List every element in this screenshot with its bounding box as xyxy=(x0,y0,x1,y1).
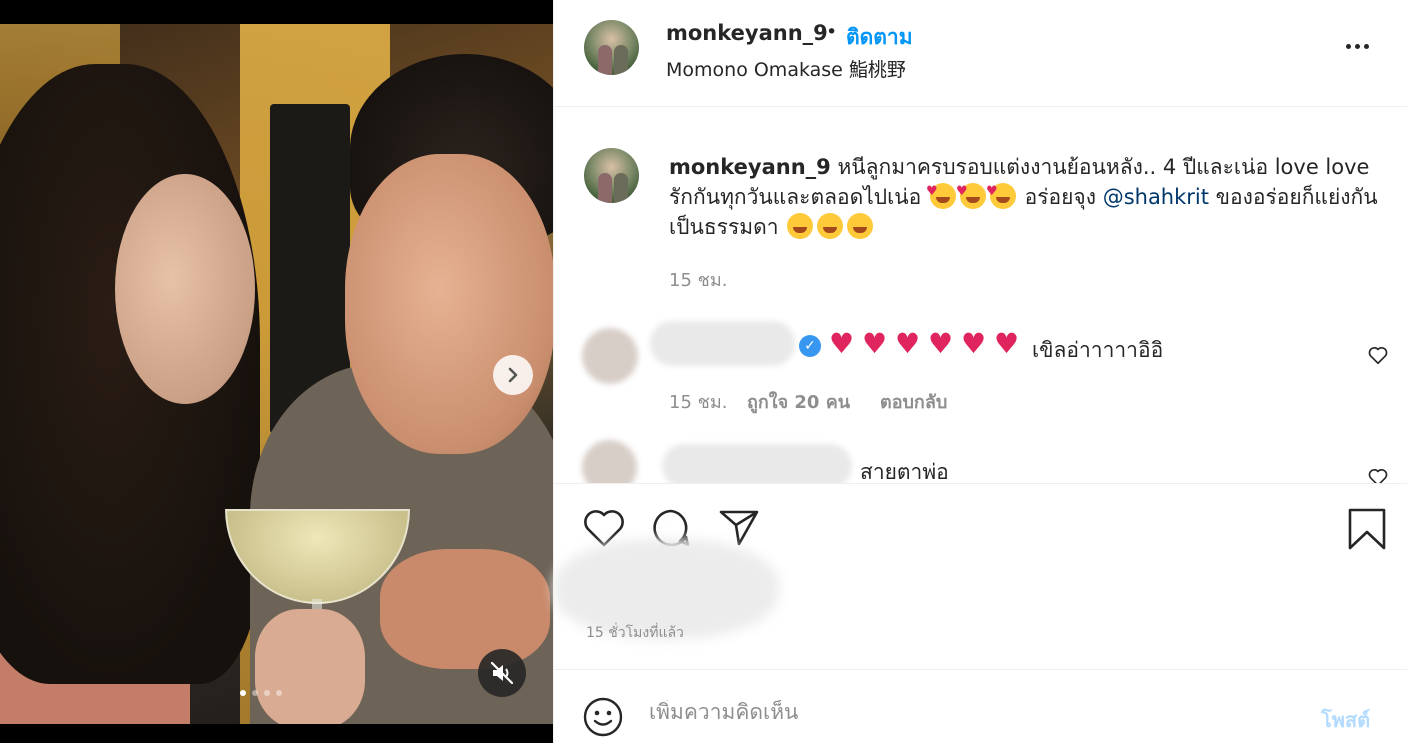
separator-bullet: • xyxy=(826,21,838,43)
next-slide-button[interactable] xyxy=(493,355,533,395)
avatar[interactable] xyxy=(582,328,638,384)
more-dot-icon xyxy=(1354,43,1360,49)
verified-badge-icon: ✓ xyxy=(799,335,821,357)
more-dot-icon xyxy=(1345,43,1351,49)
caption-time: 15 ชม. xyxy=(669,270,728,291)
comment-text: สายตาพ่อ xyxy=(860,460,949,483)
smiling-face-with-hearts-icon xyxy=(986,177,1016,209)
photo-woman-face xyxy=(115,174,255,404)
location-link[interactable]: Momono Omakase 鮨桃野 xyxy=(666,55,906,82)
photo-man-face xyxy=(345,154,553,454)
smiley-icon[interactable] xyxy=(583,697,623,737)
caption-mention[interactable]: @shahkrit xyxy=(1103,185,1209,209)
more-options-button[interactable] xyxy=(1342,34,1372,58)
caption: monkeyann_9 หนีลูกมาครบรอบแต่งงานย้อนหลั… xyxy=(669,152,1389,242)
bookmark-icon[interactable] xyxy=(1347,507,1387,551)
caption-text: อร่อยจุง xyxy=(1024,185,1096,209)
comment-text: เขิลอ่าาาาาอิอิ xyxy=(1032,338,1164,362)
red-heart-icon: ♥ xyxy=(994,327,1020,360)
caption-avatar[interactable] xyxy=(584,148,639,203)
avatar-figure xyxy=(614,173,628,203)
chevron-right-icon xyxy=(508,367,518,383)
yum-face-icon xyxy=(817,213,844,239)
comment-username-blurred[interactable] xyxy=(662,444,852,483)
reply-button[interactable]: ตอบกลับ xyxy=(880,387,947,416)
red-heart-icon: ♥ xyxy=(928,327,954,360)
red-heart-icon: ♥ xyxy=(895,327,921,360)
smiling-face-with-hearts-icon xyxy=(926,177,956,209)
avatar[interactable] xyxy=(582,440,637,483)
carousel-indicator xyxy=(240,690,282,696)
follow-button[interactable]: ติดตาม xyxy=(846,21,913,54)
caption-username[interactable]: monkeyann_9 xyxy=(669,155,831,179)
post-photo xyxy=(0,24,553,724)
red-heart-icon: ♥ xyxy=(862,327,888,360)
comment-time: 15 ชม. xyxy=(669,392,728,413)
photo-woman-hand xyxy=(255,609,365,724)
carousel-dot xyxy=(264,690,270,696)
carousel-dot xyxy=(240,690,246,696)
comment-likes[interactable]: ถูกใจ 20 คน xyxy=(747,387,850,416)
red-heart-icon: ♥ xyxy=(961,327,987,360)
post-timestamp: 15 ชั่วโมงที่แล้ว xyxy=(586,625,684,641)
post-side-panel: monkeyann_9 • ติดตาม Momono Omakase 鮨桃野 … xyxy=(553,0,1407,743)
post-actions: 15 ชั่วโมงที่แล้ว xyxy=(554,483,1407,670)
paper-plane-icon[interactable] xyxy=(717,507,761,549)
speaker-muted-icon xyxy=(490,661,514,685)
add-comment-bar: โพสต์ xyxy=(554,670,1407,743)
owner-username[interactable]: monkeyann_9 xyxy=(666,21,828,45)
comment-input[interactable] xyxy=(649,700,1289,724)
mute-button[interactable] xyxy=(478,649,526,697)
photo-man-hand xyxy=(380,549,550,669)
comment-hearts: ♥ ♥ ♥ ♥ ♥ ♥ xyxy=(829,330,1022,358)
yum-face-icon xyxy=(787,213,814,239)
carousel-dot xyxy=(252,690,258,696)
avatar-figure xyxy=(598,173,612,203)
yum-face-icon xyxy=(847,213,874,239)
post-comment-button[interactable]: โพสต์ xyxy=(1321,704,1370,736)
post-header: monkeyann_9 • ติดตาม Momono Omakase 鮨桃野 xyxy=(554,0,1407,107)
carousel-dot xyxy=(276,690,282,696)
more-dot-icon xyxy=(1363,43,1369,49)
heart-outline-icon[interactable] xyxy=(1367,466,1389,483)
avatar[interactable] xyxy=(584,20,639,75)
comments-list[interactable]: monkeyann_9 หนีลูกมาครบรอบแต่งงานย้อนหลั… xyxy=(554,108,1407,483)
comment-username-blurred[interactable] xyxy=(650,321,795,366)
avatar-figure xyxy=(598,45,612,75)
heart-outline-icon[interactable] xyxy=(1367,344,1389,366)
red-heart-icon: ♥ xyxy=(829,327,855,360)
avatar-figure xyxy=(614,45,628,75)
smiling-face-with-hearts-icon xyxy=(956,177,986,209)
post-media xyxy=(0,0,553,743)
